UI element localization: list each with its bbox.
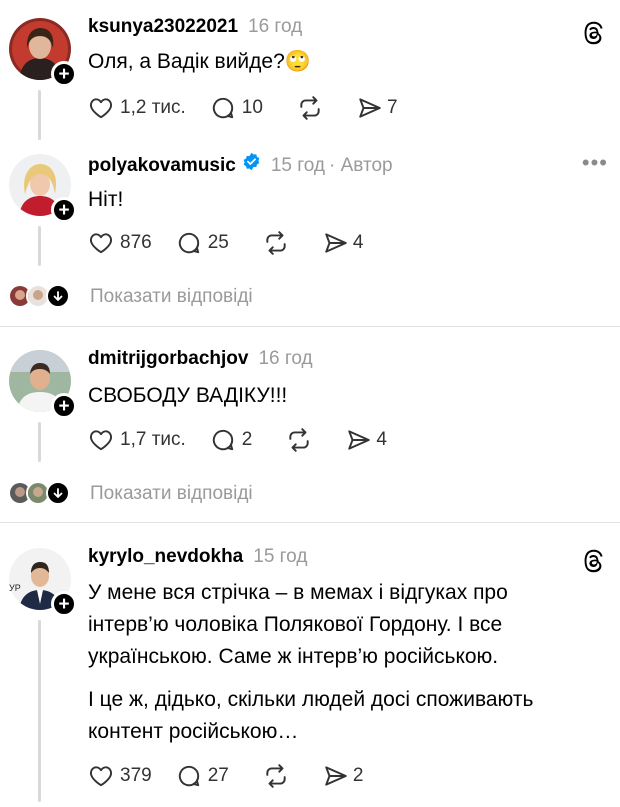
avatar[interactable]: + bbox=[9, 154, 77, 223]
send-icon bbox=[325, 766, 347, 786]
share-button[interactable]: 2 bbox=[323, 763, 364, 789]
share-count: 7 bbox=[386, 97, 398, 118]
divider bbox=[0, 326, 620, 327]
heart-icon bbox=[89, 233, 113, 254]
comment-icon bbox=[178, 232, 199, 254]
like-button[interactable]: 379 bbox=[88, 763, 152, 789]
username[interactable]: ksunya23022021 bbox=[88, 16, 238, 38]
thread-line bbox=[38, 620, 41, 802]
post-text-line: СВОБОДУ ВАДІКУ!!! bbox=[88, 384, 288, 407]
post-text-line: українською. Саме ж інтерв’ю російською. bbox=[88, 645, 499, 668]
show-replies-row[interactable]: Показати відповіді bbox=[0, 479, 620, 509]
username[interactable]: polyakovamusic bbox=[88, 155, 236, 177]
like-count: 1,2 тис. bbox=[120, 97, 186, 118]
repost-icon bbox=[266, 764, 286, 788]
share-button[interactable]: 4 bbox=[346, 427, 387, 453]
post-text-line: Оля, а Вадік вийде?🙄 bbox=[88, 50, 311, 73]
share-button[interactable]: 4 bbox=[323, 230, 364, 256]
comment-icon bbox=[212, 97, 233, 119]
avatar[interactable]: + bbox=[9, 350, 77, 419]
avatar[interactable]: + bbox=[9, 18, 77, 87]
like-button[interactable]: 1,2 тис. bbox=[88, 95, 186, 121]
timestamp: 15 год bbox=[270, 155, 326, 176]
repost-icon bbox=[300, 96, 320, 120]
timestamp: 15 год bbox=[253, 546, 308, 567]
author-badge: · Автор bbox=[329, 155, 393, 176]
show-replies-row[interactable]: Показати відповіді bbox=[0, 282, 620, 312]
like-count: 876 bbox=[120, 232, 152, 253]
more-icon[interactable]: ••• bbox=[582, 150, 608, 176]
post-text-line: контент російською… bbox=[88, 720, 299, 743]
follow-plus-icon[interactable]: + bbox=[51, 61, 77, 87]
comment-icon bbox=[178, 765, 199, 787]
follow-plus-icon[interactable]: + bbox=[51, 393, 77, 419]
comment-count: 27 bbox=[207, 765, 229, 786]
share-count: 2 bbox=[352, 765, 364, 786]
post-text-line: Ніт! bbox=[88, 188, 124, 211]
threads-logo-icon bbox=[584, 549, 603, 573]
username[interactable]: dmitrijgorbachjov bbox=[88, 348, 248, 370]
comment-count: 25 bbox=[207, 232, 229, 253]
post-text-line: У мене вся стрічка – в мемах і відгуках … bbox=[88, 581, 508, 604]
repost-icon bbox=[266, 231, 286, 255]
repost-button[interactable] bbox=[286, 427, 312, 453]
post-text-line: І це ж, дідько, скільки людей досі спожи… bbox=[88, 688, 534, 711]
like-button[interactable]: 1,7 тис. bbox=[88, 427, 186, 453]
avatar[interactable]: УР + bbox=[9, 548, 77, 617]
follow-plus-icon[interactable]: + bbox=[51, 591, 77, 617]
reply-avatars bbox=[8, 481, 78, 507]
thread-line bbox=[38, 90, 41, 140]
repost-button[interactable] bbox=[263, 230, 289, 256]
like-button[interactable]: 876 bbox=[88, 230, 152, 256]
comment-count: 2 bbox=[241, 429, 253, 450]
comment-icon bbox=[212, 429, 233, 451]
like-count: 1,7 тис. bbox=[120, 429, 186, 450]
timestamp: 16 год bbox=[248, 16, 303, 37]
send-icon bbox=[359, 98, 381, 118]
verified-badge-icon bbox=[243, 152, 260, 171]
threads-logo-icon bbox=[584, 21, 603, 45]
share-count: 4 bbox=[376, 429, 387, 450]
avatar-label: УР bbox=[9, 583, 21, 593]
heart-icon bbox=[89, 98, 113, 119]
repost-button[interactable] bbox=[263, 763, 289, 789]
comment-button[interactable]: 25 bbox=[176, 230, 229, 256]
comment-count: 10 bbox=[241, 97, 263, 118]
reply-avatars bbox=[8, 284, 78, 310]
show-replies-link[interactable]: Показати відповіді bbox=[90, 483, 253, 505]
thread-line bbox=[38, 422, 41, 462]
timestamp: 16 год bbox=[258, 348, 313, 369]
comment-button[interactable]: 10 bbox=[210, 95, 263, 121]
post-text-line: інтерв’ю чоловіка Полякової Гордону. І в… bbox=[88, 613, 503, 636]
thread-line bbox=[38, 226, 41, 266]
like-count: 379 bbox=[120, 765, 152, 786]
username[interactable]: kyrylo_nevdokha bbox=[88, 546, 243, 568]
heart-icon bbox=[89, 430, 113, 451]
repost-button[interactable] bbox=[297, 95, 323, 121]
divider bbox=[0, 522, 620, 523]
follow-plus-icon[interactable]: + bbox=[51, 197, 77, 223]
send-icon bbox=[348, 430, 371, 450]
show-replies-link[interactable]: Показати відповіді bbox=[90, 286, 253, 308]
comment-button[interactable]: 2 bbox=[210, 427, 253, 453]
chevron-down-icon bbox=[46, 481, 70, 505]
heart-icon bbox=[89, 766, 113, 787]
share-count: 4 bbox=[352, 232, 364, 253]
comment-button[interactable]: 27 bbox=[176, 763, 229, 789]
share-button[interactable]: 7 bbox=[357, 95, 398, 121]
chevron-down-icon bbox=[46, 284, 70, 308]
send-icon bbox=[325, 233, 347, 253]
repost-icon bbox=[289, 428, 310, 452]
